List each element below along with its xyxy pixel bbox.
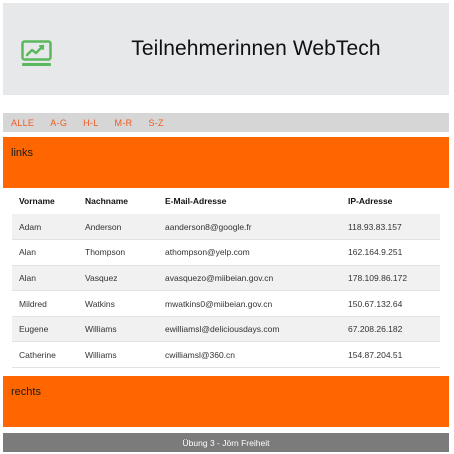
cell-first-name: Adam — [12, 214, 78, 241]
header-ip[interactable]: IP-Adresse — [341, 188, 440, 214]
cell-ip: 162.164.9.251 — [341, 239, 440, 266]
cell-first-name: Eugene — [12, 316, 78, 343]
cell-ip: 118.93.83.157 — [341, 214, 440, 241]
participants-table: Vorname Nachname E-Mail-Adresse IP-Adres… — [12, 188, 440, 369]
rechts-panel: rechts — [3, 376, 449, 427]
cell-last-name: Vasquez — [78, 265, 158, 292]
cell-email: athompson@yelp.com — [158, 239, 341, 266]
header-email[interactable]: E-Mail-Adresse — [158, 188, 341, 214]
cell-first-name: Alan — [12, 239, 78, 266]
cell-last-name: Thompson — [78, 239, 158, 266]
footer-text: Übung 3 - Jörn Freiheit — [182, 437, 270, 448]
page-header: Teilnehmerinnen WebTech — [3, 3, 449, 95]
cell-email: cwilliamsl@360.cn — [158, 341, 341, 369]
cell-email: avasquezo@miibeian.gov.cn — [158, 265, 341, 292]
table-row[interactable]: Alan Thompson athompson@yelp.com 162.164… — [12, 239, 440, 266]
rechts-panel-label: rechts — [11, 386, 41, 398]
table-header-row: Vorname Nachname E-Mail-Adresse IP-Adres… — [12, 188, 440, 214]
filter-h-l-link[interactable]: H-L — [83, 118, 98, 128]
filter-bar: ALLE A-G H-L M-R S-Z — [3, 113, 449, 132]
cell-first-name: Mildred — [12, 290, 78, 317]
links-panel: links — [3, 137, 449, 188]
filter-a-g-link[interactable]: A-G — [50, 118, 67, 128]
header-last-name[interactable]: Nachname — [78, 188, 158, 214]
table-row[interactable]: Adam Anderson aanderson8@google.fr 118.9… — [12, 214, 440, 241]
cell-first-name: Alan — [12, 265, 78, 292]
table-row[interactable]: Eugene Williams ewilliamsl@deliciousdays… — [12, 316, 440, 343]
table-row[interactable]: Alan Vasquez avasquezo@miibeian.gov.cn 1… — [12, 265, 440, 292]
cell-last-name: Watkins — [78, 290, 158, 317]
cell-ip: 150.67.132.64 — [341, 290, 440, 317]
cell-ip: 178.109.86.172 — [341, 265, 440, 292]
cell-email: ewilliamsl@deliciousdays.com — [158, 316, 341, 343]
cell-last-name: Anderson — [78, 214, 158, 241]
page-title: Teilnehmerinnen WebTech — [131, 37, 381, 60]
cell-ip: 67.208.26.182 — [341, 316, 440, 343]
cell-last-name: Williams — [78, 316, 158, 343]
chart-monitor-icon — [21, 40, 52, 66]
page-footer: Übung 3 - Jörn Freiheit — [3, 433, 449, 452]
filter-m-r-link[interactable]: M-R — [115, 118, 133, 128]
cell-email: aanderson8@google.fr — [158, 214, 341, 241]
cell-ip: 154.87.204.51 — [341, 341, 440, 369]
cell-last-name: Williams — [78, 341, 158, 369]
table-row[interactable]: Catherine Williams cwilliamsl@360.cn 154… — [12, 341, 440, 369]
header-first-name[interactable]: Vorname — [12, 188, 78, 214]
cell-first-name: Catherine — [12, 341, 78, 369]
cell-email: mwatkins0@miibeian.gov.cn — [158, 290, 341, 317]
links-panel-label: links — [11, 147, 34, 159]
table-row[interactable]: Mildred Watkins mwatkins0@miibeian.gov.c… — [12, 290, 440, 317]
filter-all-link[interactable]: ALLE — [11, 118, 34, 128]
filter-s-z-link[interactable]: S-Z — [148, 118, 163, 128]
